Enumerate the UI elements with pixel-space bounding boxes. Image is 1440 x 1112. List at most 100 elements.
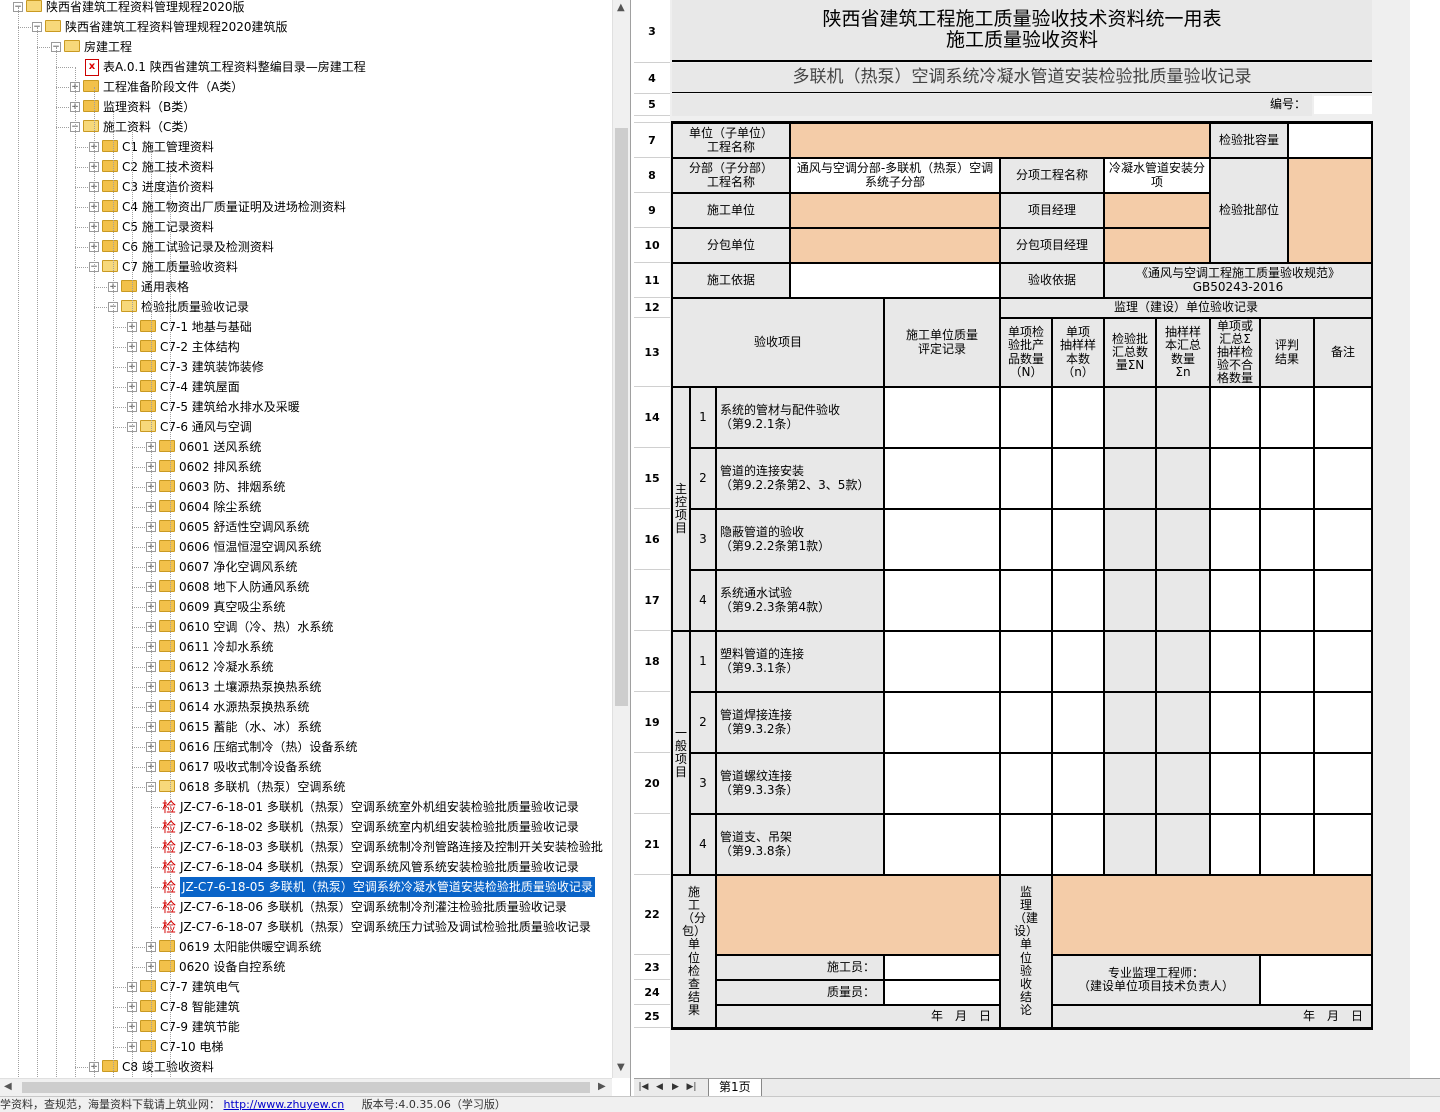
record-input[interactable] [1000,631,1052,692]
tree-item[interactable]: 检 JZ-C7-6-18-07 多联机（热泵）空调系统压力试验及调试检验批质量验收… [0,917,612,937]
tree-item[interactable]: +0603 防、排烟系统 [0,477,612,497]
tree-item[interactable]: − 施工资料（C类） [0,117,612,137]
tree-item-label[interactable]: 0605 舒适性空调风系统 [179,517,309,537]
tree-item[interactable]: + 通用表格 [0,277,612,297]
selfcheck-input[interactable] [884,570,1000,631]
record-input[interactable] [1052,814,1104,875]
tree-item-label[interactable]: 陕西省建筑工程资料管理规程2020版 [46,0,245,17]
tree-item[interactable]: + C7-1 地基与基础 [0,317,612,337]
scroll-down-icon[interactable]: ▼ [617,1062,625,1073]
tree-item-label[interactable]: 施工资料（C类） [103,117,195,137]
tree-item-label[interactable]: 0620 设备自控系统 [179,957,285,977]
contractor-input[interactable] [790,193,1000,228]
record-input[interactable] [1210,570,1260,631]
tree-item[interactable]: 检 JZ-C7-6-18-04 多联机（热泵）空调系统风管系统安装检验批质量验收记… [0,857,612,877]
record-input[interactable] [1156,814,1210,875]
record-input[interactable] [1104,631,1156,692]
tree-item[interactable]: + C3 进度造价资料 [0,177,612,197]
record-input[interactable] [1156,509,1210,570]
tree-item[interactable]: −0618 多联机（热泵）空调系统 [0,777,612,797]
first-sheet-icon[interactable]: |◀ [638,1081,649,1093]
record-input[interactable] [1314,509,1372,570]
unit-name-input[interactable] [790,123,1210,158]
tree-item-label[interactable]: 0619 太阳能供暖空调系统 [179,937,321,957]
record-input[interactable] [1260,753,1314,814]
record-input[interactable] [1314,448,1372,509]
record-input[interactable] [1210,448,1260,509]
record-input[interactable] [1314,387,1372,448]
record-input[interactable] [1052,753,1104,814]
tree-item[interactable]: +0616 压缩式制冷（热）设备系统 [0,737,612,757]
tree-item[interactable]: +0608 地下人防通风系统 [0,577,612,597]
tree-item[interactable]: x 表A.0.1 陕西省建筑工程资料整编目录—房建工程 [0,57,612,77]
location-input[interactable] [1288,158,1372,263]
tree-horizontal-scrollbar[interactable]: ◀ ▶ [0,1078,612,1096]
contractor-result-input[interactable] [716,875,1000,955]
supervisor-result-input[interactable] [1052,875,1372,955]
tree-item[interactable]: − 陕西省建筑工程资料管理规程2020版 [0,0,612,17]
record-input[interactable] [1260,509,1314,570]
record-input[interactable] [1156,631,1210,692]
record-input[interactable] [1052,692,1104,753]
record-input[interactable] [1156,692,1210,753]
selfcheck-input[interactable] [884,509,1000,570]
record-input[interactable] [1314,753,1372,814]
tree-item[interactable]: +0614 水源热泵换热系统 [0,697,612,717]
selfcheck-input[interactable] [884,631,1000,692]
record-input[interactable] [1210,387,1260,448]
tree-item-label[interactable]: JZ-C7-6-18-06 多联机（热泵）空调系统制冷剂灌注检验批质量验收记录 [180,897,567,917]
tree-item[interactable]: +0605 舒适性空调风系统 [0,517,612,537]
tree-horizontal-scroll-thumb[interactable] [22,1082,590,1093]
tree-item[interactable]: + C7-5 建筑给水排水及采暖 [0,397,612,417]
record-input[interactable] [1260,570,1314,631]
constructor-input[interactable] [884,955,1000,980]
tree-item[interactable]: 检 JZ-C7-6-18-02 多联机（热泵）空调系统室内机组安装检验批质量验收记… [0,817,612,837]
record-input[interactable] [1104,448,1156,509]
record-input[interactable] [1000,692,1052,753]
tree-item[interactable]: + C7-3 建筑装饰装修 [0,357,612,377]
selfcheck-input[interactable] [884,387,1000,448]
tree-item-label[interactable]: JZ-C7-6-18-07 多联机（热泵）空调系统压力试验及调试检验批质量验收记… [180,917,591,937]
tree-item[interactable]: + C7-2 主体结构 [0,337,612,357]
record-input[interactable] [1260,814,1314,875]
tree-item-label[interactable]: 0617 吸收式制冷设备系统 [179,757,321,777]
tree-item-label[interactable]: 0615 蓄能（水、冰）系统 [179,717,321,737]
tree-item[interactable]: +0619 太阳能供暖空调系统 [0,937,612,957]
capacity-input[interactable] [1288,123,1372,158]
tab-page-1[interactable]: 第1页 [708,1079,762,1097]
record-input[interactable] [1210,753,1260,814]
tree-item-label[interactable]: C7 施工质量验收资料 [122,257,238,277]
tree-item-label[interactable]: 0609 真空吸尘系统 [179,597,285,617]
selfcheck-input[interactable] [884,692,1000,753]
record-input[interactable] [1052,509,1104,570]
record-input[interactable] [1156,753,1210,814]
record-input[interactable] [1314,631,1372,692]
tree-item[interactable]: +0602 排风系统 [0,457,612,477]
tree-item[interactable]: + C8 竣工验收资料 [0,1057,612,1077]
tree-item-label[interactable]: 0618 多联机（热泵）空调系统 [179,777,345,797]
last-sheet-icon[interactable]: ▶| [686,1081,697,1093]
tree-item[interactable]: − C7 施工质量验收资料 [0,257,612,277]
prev-sheet-icon[interactable]: ◀ [654,1081,665,1093]
tree-item[interactable]: + C4 施工物资出厂质量证明及进场检测资料 [0,197,612,217]
tree-item-label[interactable]: C7-5 建筑给水排水及采暖 [160,397,300,417]
tree-item[interactable]: + C7-4 建筑屋面 [0,377,612,397]
tree-item[interactable]: +0606 恒温恒湿空调风系统 [0,537,612,557]
record-input[interactable] [1104,570,1156,631]
tree-item-label[interactable]: C7-1 地基与基础 [160,317,252,337]
record-input[interactable] [1052,448,1104,509]
tree-item-label[interactable]: 陕西省建筑工程资料管理规程2020建筑版 [65,17,288,37]
tree-item-label[interactable]: 0614 水源热泵换热系统 [179,697,309,717]
record-input[interactable] [1104,387,1156,448]
tree-item[interactable]: +0620 设备自控系统 [0,957,612,977]
record-input[interactable] [1156,448,1210,509]
tree-item-label[interactable]: C7-7 建筑电气 [160,977,240,997]
tree-item-label[interactable]: 0601 送风系统 [179,437,261,457]
selfcheck-input[interactable] [884,814,1000,875]
tree-item[interactable]: +0610 空调（冷、热）水系统 [0,617,612,637]
tree-item-label[interactable]: C4 施工物资出厂质量证明及进场检测资料 [122,197,346,217]
selfcheck-input[interactable] [884,753,1000,814]
tree-item[interactable]: + 监理资料（B类） [0,97,612,117]
tree-item-label[interactable]: 0602 排风系统 [179,457,261,477]
record-input[interactable] [1000,570,1052,631]
